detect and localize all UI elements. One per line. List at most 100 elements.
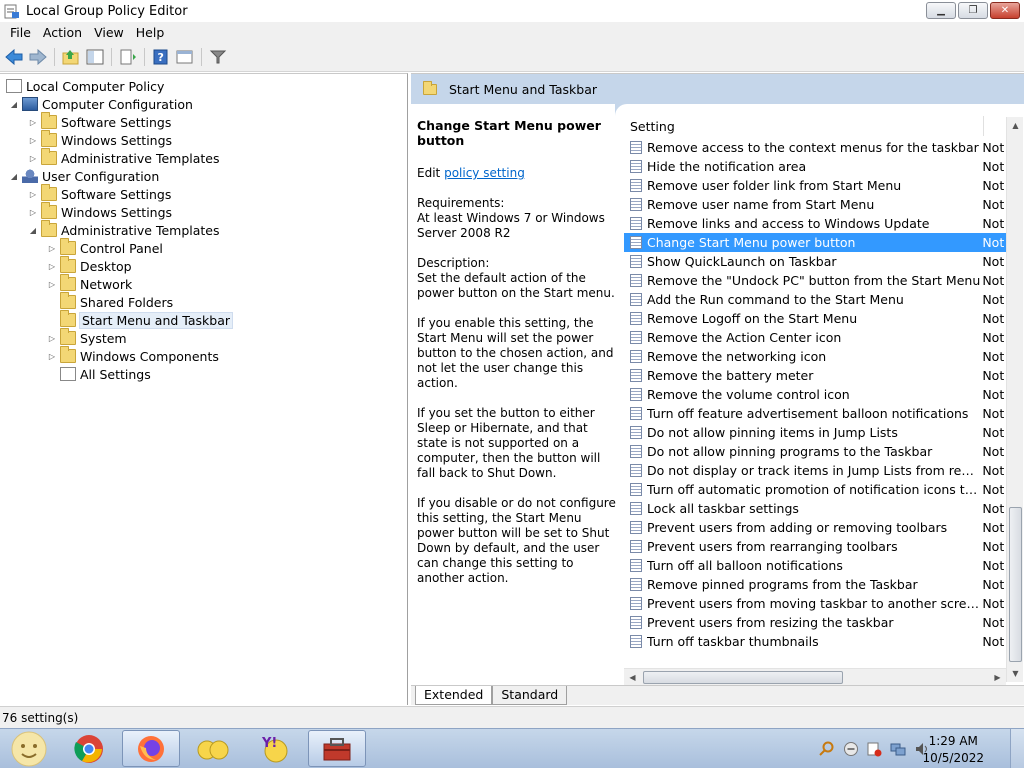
setting-row[interactable]: Do not display or track items in Jump Li…: [624, 461, 1006, 480]
setting-row[interactable]: Remove the Action Center icon Not: [624, 328, 1006, 347]
back-arrow-icon[interactable]: [4, 47, 24, 67]
setting-row[interactable]: Turn off taskbar thumbnails Not: [624, 632, 1006, 651]
setting-row[interactable]: Remove the volume control icon Not: [624, 385, 1006, 404]
setting-row[interactable]: Remove the "Undock PC" button from the S…: [624, 271, 1006, 290]
expand-arrow-icon[interactable]: ▷: [46, 352, 58, 361]
setting-row[interactable]: Do not allow pinning programs to the Tas…: [624, 442, 1006, 461]
setting-row[interactable]: Lock all taskbar settings Not: [624, 499, 1006, 518]
tree-uc-administrative-templates[interactable]: ◢ Administrative Templates: [27, 220, 220, 239]
show-desktop-button[interactable]: [1010, 729, 1024, 768]
expand-arrow-icon[interactable]: ▷: [27, 190, 39, 199]
setting-row[interactable]: Prevent users from resizing the taskbar N…: [624, 613, 1006, 632]
filter-icon[interactable]: [208, 47, 228, 67]
tree-desktop[interactable]: ▷ Desktop: [46, 256, 132, 275]
tree-all-settings[interactable]: All Settings: [46, 365, 151, 383]
menu-file[interactable]: File: [4, 25, 37, 40]
tree-user-configuration[interactable]: ◢ User Configuration: [8, 167, 159, 185]
start-button[interactable]: [0, 730, 58, 767]
export-list-icon[interactable]: [118, 47, 138, 67]
setting-row[interactable]: Remove links and access to Windows Updat…: [624, 214, 1006, 233]
setting-row[interactable]: Show QuickLaunch on Taskbar Not: [624, 252, 1006, 271]
scroll-up-arrow-icon[interactable]: ▲: [1007, 117, 1024, 134]
horizontal-scrollbar[interactable]: ◀ ▶: [624, 668, 1006, 685]
tree-control-panel[interactable]: ▷ Control Panel: [46, 238, 163, 257]
tray-action-center-icon[interactable]: [866, 729, 882, 768]
setting-row[interactable]: Do not allow pinning items in Jump Lists…: [624, 423, 1006, 442]
setting-row[interactable]: Add the Run command to the Start Menu Not: [624, 290, 1006, 309]
setting-row[interactable]: Remove access to the context menus for t…: [624, 138, 1006, 157]
setting-row[interactable]: Turn off all balloon notifications Not: [624, 556, 1006, 575]
edit-policy-link[interactable]: policy setting: [444, 166, 525, 180]
tray-search-icon[interactable]: [818, 729, 834, 768]
expand-arrow-icon[interactable]: ▷: [46, 262, 58, 271]
folder-icon: [41, 148, 57, 165]
setting-row[interactable]: Remove pinned programs from the Taskbar N…: [624, 575, 1006, 594]
all-settings-icon: [60, 367, 76, 381]
collapse-arrow-icon[interactable]: ◢: [8, 172, 20, 181]
tree-system[interactable]: ▷ System: [46, 328, 127, 347]
expand-arrow-icon[interactable]: ▷: [46, 334, 58, 343]
tree-uc-software-settings[interactable]: ▷ Software Settings: [27, 184, 171, 203]
setting-row[interactable]: Turn off feature advertisement balloon n…: [624, 404, 1006, 423]
setting-row[interactable]: Prevent users from moving taskbar to ano…: [624, 594, 1006, 613]
tree-cc-windows-settings[interactable]: ▷ Windows Settings: [27, 130, 172, 149]
tab-extended[interactable]: Extended: [415, 686, 493, 705]
tree-uc-windows-settings[interactable]: ▷ Windows Settings: [27, 202, 172, 221]
column-header-state[interactable]: [984, 116, 988, 136]
tray-network-icon[interactable]: [890, 729, 906, 768]
tree-windows-components[interactable]: ▷ Windows Components: [46, 346, 219, 365]
expand-arrow-icon[interactable]: ▷: [27, 208, 39, 217]
tree-cc-software-settings[interactable]: ▷ Software Settings: [27, 112, 171, 131]
tab-standard[interactable]: Standard: [492, 686, 568, 705]
setting-row[interactable]: Turn off automatic promotion of notifica…: [624, 480, 1006, 499]
tree-network[interactable]: ▷ Network: [46, 274, 132, 293]
maximize-button[interactable]: ❐: [958, 2, 988, 19]
properties-icon[interactable]: [175, 47, 195, 67]
taskbar-chrome[interactable]: [60, 730, 118, 767]
show-hide-tree-icon[interactable]: [85, 47, 105, 67]
taskbar-yahoo[interactable]: Y!: [246, 730, 304, 767]
tree-computer-configuration[interactable]: ◢ Computer Configuration: [8, 95, 193, 113]
setting-row[interactable]: Remove user name from Start Menu Not: [624, 195, 1006, 214]
taskbar-group-policy[interactable]: [308, 730, 366, 767]
taskbar-firefox[interactable]: [122, 730, 180, 767]
setting-row[interactable]: Remove Logoff on the Start Menu Not: [624, 309, 1006, 328]
expand-arrow-icon[interactable]: ▷: [46, 280, 58, 289]
expand-arrow-icon[interactable]: ▷: [27, 118, 39, 127]
tree-shared-folders[interactable]: Shared Folders: [46, 292, 173, 311]
collapse-arrow-icon[interactable]: ◢: [27, 226, 39, 235]
minimize-button[interactable]: ▁: [926, 2, 956, 19]
tree-start-menu-and-taskbar[interactable]: Start Menu and Taskbar: [46, 310, 234, 329]
setting-row[interactable]: Change Start Menu power button Not: [624, 233, 1006, 252]
help-icon[interactable]: ?: [151, 47, 171, 67]
taskbar-messenger[interactable]: [184, 730, 242, 767]
expand-arrow-icon[interactable]: ▷: [27, 136, 39, 145]
expand-arrow-icon[interactable]: ▷: [27, 154, 39, 163]
system-clock[interactable]: 1:29 AM 10/5/2022: [922, 733, 984, 767]
menu-view[interactable]: View: [88, 25, 130, 40]
scroll-right-arrow-icon[interactable]: ▶: [989, 669, 1006, 686]
up-folder-icon[interactable]: [61, 47, 81, 67]
menu-help[interactable]: Help: [130, 25, 171, 40]
vertical-scrollbar[interactable]: ▲ ▼: [1006, 117, 1023, 682]
setting-row[interactable]: Remove the battery meter Not: [624, 366, 1006, 385]
scroll-left-arrow-icon[interactable]: ◀: [624, 669, 641, 686]
scroll-down-arrow-icon[interactable]: ▼: [1007, 665, 1024, 682]
setting-row[interactable]: Remove the networking icon Not: [624, 347, 1006, 366]
setting-row[interactable]: Remove user folder link from Start Menu N…: [624, 176, 1006, 195]
vertical-scroll-thumb[interactable]: [1009, 507, 1022, 662]
setting-row[interactable]: Prevent users from adding or removing to…: [624, 518, 1006, 537]
tree-cc-administrative-templates[interactable]: ▷ Administrative Templates: [27, 148, 220, 167]
setting-row[interactable]: Prevent users from rearranging toolbars N…: [624, 537, 1006, 556]
tray-minus-icon[interactable]: [843, 729, 859, 768]
forward-arrow-icon[interactable]: [28, 47, 48, 67]
menu-action[interactable]: Action: [37, 25, 88, 40]
column-header-setting[interactable]: Setting: [624, 116, 984, 136]
horizontal-scroll-thumb[interactable]: [643, 671, 843, 684]
setting-row[interactable]: Hide the notification area Not: [624, 157, 1006, 176]
collapse-arrow-icon[interactable]: ◢: [8, 100, 20, 109]
expand-arrow-icon[interactable]: ▷: [46, 244, 58, 253]
tree-root[interactable]: Local Computer Policy: [4, 77, 164, 95]
clock-time: 1:29 AM: [928, 734, 978, 748]
close-button[interactable]: ✕: [990, 2, 1020, 19]
